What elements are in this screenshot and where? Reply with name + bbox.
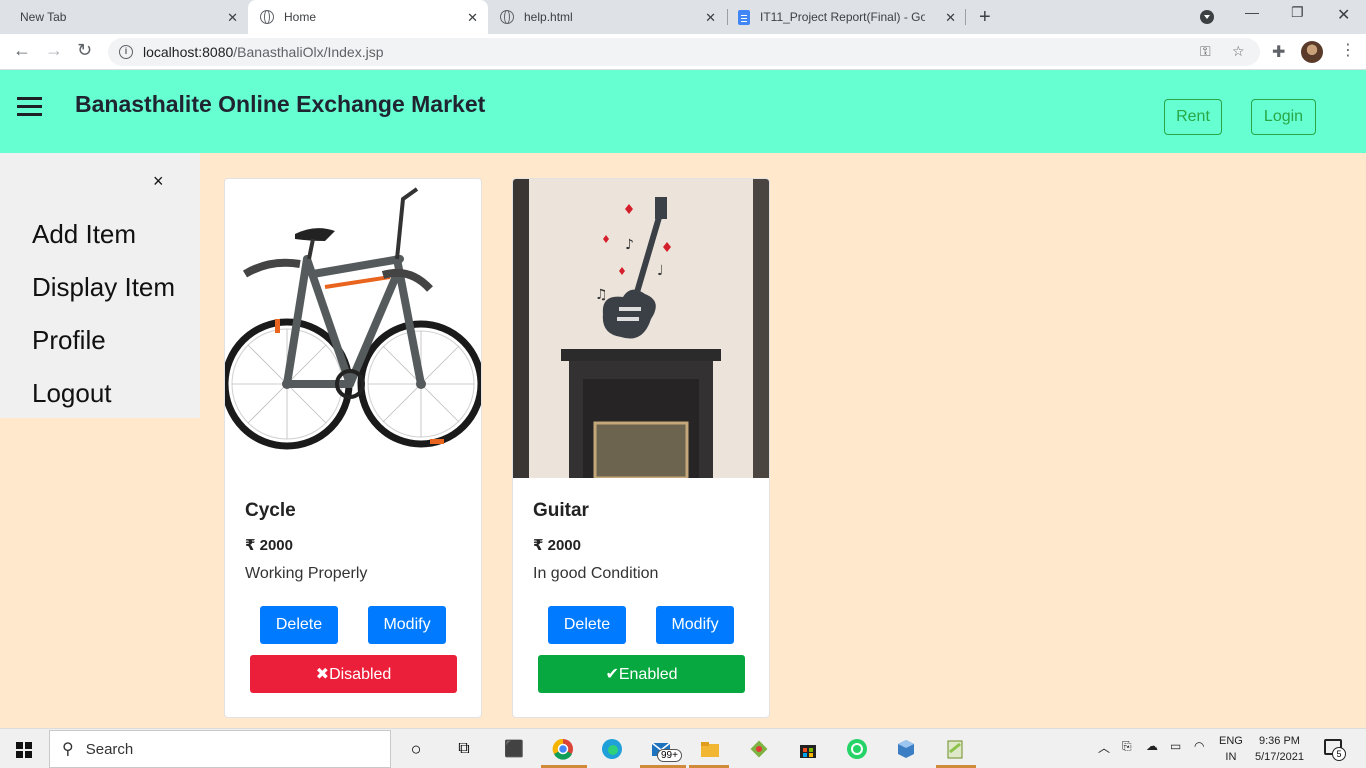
extensions-icon[interactable]: ✚	[1272, 42, 1285, 62]
svg-text:♪: ♪	[625, 237, 634, 253]
clock-time: 9:36 PM	[1258, 735, 1300, 747]
svg-text:♫: ♫	[595, 287, 608, 303]
globe-icon	[500, 10, 514, 24]
side-menu: × Add Item Display Item Profile Logout	[0, 153, 200, 418]
bookmark-star-icon[interactable]: ☆	[1232, 43, 1245, 60]
mail-badge: 99+	[657, 749, 682, 762]
delete-button[interactable]: Delete	[260, 606, 338, 644]
system-clock[interactable]: 9:36 PM 5/17/2021	[1255, 733, 1304, 765]
docs-icon	[738, 9, 750, 25]
rent-button[interactable]: Rent	[1164, 99, 1222, 135]
notepad-plus-icon[interactable]	[942, 736, 968, 762]
delete-button[interactable]: Delete	[548, 606, 626, 644]
reload-icon[interactable]: ↻	[77, 40, 92, 61]
browser-toolbar: ← → ↻ i localhost:8080 /BanasthaliOlx/In…	[0, 34, 1366, 70]
window-close-icon[interactable]: ✕	[1337, 5, 1350, 25]
site-title: Banasthalite Online Exchange Market	[75, 91, 486, 117]
tab-label: Home	[284, 10, 317, 24]
edge-icon[interactable]	[599, 736, 625, 762]
minimize-icon[interactable]: —	[1245, 4, 1259, 20]
hamburger-menu-icon[interactable]	[17, 97, 42, 117]
search-icon: ⚲	[62, 741, 74, 758]
store-icon[interactable]	[795, 736, 821, 762]
tab-home[interactable]: Home ✕	[248, 0, 488, 34]
tab-label: New Tab	[20, 10, 67, 24]
site-navbar: Banasthalite Online Exchange Market Rent…	[0, 70, 1366, 153]
notification-count-badge: 5	[1332, 747, 1346, 761]
tab-label: IT11_Project Report(Final) - Goog	[760, 10, 925, 24]
git-icon[interactable]	[746, 736, 772, 762]
modify-button[interactable]: Modify	[368, 606, 446, 644]
chrome-icon[interactable]	[550, 736, 576, 762]
whatsapp-icon[interactable]	[844, 736, 870, 762]
cortana-icon[interactable]: ○	[403, 736, 429, 762]
item-price: ₹ 2000	[245, 537, 293, 554]
meet-now-icon[interactable]: ⎘	[1122, 739, 1132, 754]
clock-date: 5/17/2021	[1255, 751, 1304, 763]
svg-text:♩: ♩	[657, 263, 664, 279]
profile-avatar[interactable]	[1301, 41, 1323, 63]
new-tab-icon[interactable]: +	[979, 6, 991, 29]
sidebar-item-display-item[interactable]: Display Item	[32, 272, 175, 303]
item-card: ♪ ♫ ♩ Guitar ₹ 2000 In good Condition De…	[512, 178, 770, 718]
tab-search-icon[interactable]	[1200, 10, 1214, 24]
file-explorer-icon[interactable]	[697, 736, 723, 762]
forward-icon[interactable]: →	[45, 40, 63, 61]
tab-project-report[interactable]: IT11_Project Report(Final) - Goog ✕	[728, 0, 964, 34]
taskbar-search-box[interactable]: ⚲ Search	[49, 730, 391, 768]
sidebar-item-add-item[interactable]: Add Item	[32, 219, 136, 250]
virtualbox-icon[interactable]	[893, 736, 919, 762]
item-description: Working Properly	[245, 565, 368, 582]
item-title: Cycle	[245, 500, 296, 521]
wifi-icon[interactable]: ◠	[1194, 739, 1204, 753]
tab-new-tab[interactable]: New Tab ✕	[8, 0, 248, 34]
tab-separator	[965, 9, 966, 25]
windows-start-icon[interactable]	[16, 742, 32, 758]
info-icon[interactable]: i	[119, 45, 133, 59]
item-image-cycle	[225, 179, 481, 478]
chevron-up-icon[interactable]: ︿	[1098, 739, 1110, 756]
item-description: In good Condition	[533, 565, 659, 582]
item-title: Guitar	[533, 500, 589, 521]
item-price: ₹ 2000	[533, 537, 581, 554]
url-path: /BanasthaliOlx/Index.jsp	[233, 44, 384, 60]
sidebar-item-profile[interactable]: Profile	[32, 325, 106, 356]
sidebar-item-logout[interactable]: Logout	[32, 378, 112, 409]
url-host: localhost:8080	[143, 44, 234, 60]
globe-icon	[260, 10, 274, 24]
item-image-guitar: ♪ ♫ ♩	[513, 179, 769, 480]
close-icon[interactable]: ✕	[467, 10, 478, 26]
status-toggle-button[interactable]: ✔Enabled	[538, 655, 745, 693]
office-icon[interactable]: ⬛	[501, 736, 527, 762]
lang-line1: ENG	[1219, 735, 1243, 747]
login-button[interactable]: Login	[1251, 99, 1316, 135]
key-icon[interactable]: ⚿	[1200, 43, 1211, 60]
close-icon[interactable]: ✕	[705, 10, 716, 26]
status-toggle-button[interactable]: ✖Disabled	[250, 655, 457, 693]
onedrive-icon[interactable]: ☁	[1146, 739, 1158, 753]
tab-label: help.html	[524, 10, 573, 24]
modify-button[interactable]: Modify	[656, 606, 734, 644]
address-bar[interactable]: i localhost:8080 /BanasthaliOlx/Index.js…	[108, 38, 1260, 66]
back-icon[interactable]: ←	[13, 40, 31, 61]
item-card: Cycle ₹ 2000 Working Properly Delete Mod…	[224, 178, 482, 718]
menu-dots-icon[interactable]: ⋮	[1340, 40, 1356, 60]
battery-icon[interactable]: ▭	[1170, 739, 1181, 753]
search-label: Search	[85, 740, 134, 758]
close-icon[interactable]: ✕	[945, 10, 956, 26]
lang-line2: IN	[1225, 751, 1237, 763]
browser-tab-bar: New Tab ✕ Home ✕ help.html ✕ IT11_Projec…	[0, 0, 1366, 34]
close-menu-icon[interactable]: ×	[153, 171, 164, 192]
language-indicator[interactable]: ENG IN	[1219, 733, 1243, 765]
task-view-icon[interactable]: ⧉	[451, 736, 477, 762]
close-icon[interactable]: ✕	[227, 10, 238, 26]
windows-taskbar: ⚲ Search ○ ⧉ ⬛ 99+ ︿ ⎘ ☁ ▭ ◠ ENG IN 9:36…	[0, 728, 1366, 768]
restore-icon[interactable]: ❐	[1291, 4, 1304, 21]
tab-help[interactable]: help.html ✕	[488, 0, 726, 34]
